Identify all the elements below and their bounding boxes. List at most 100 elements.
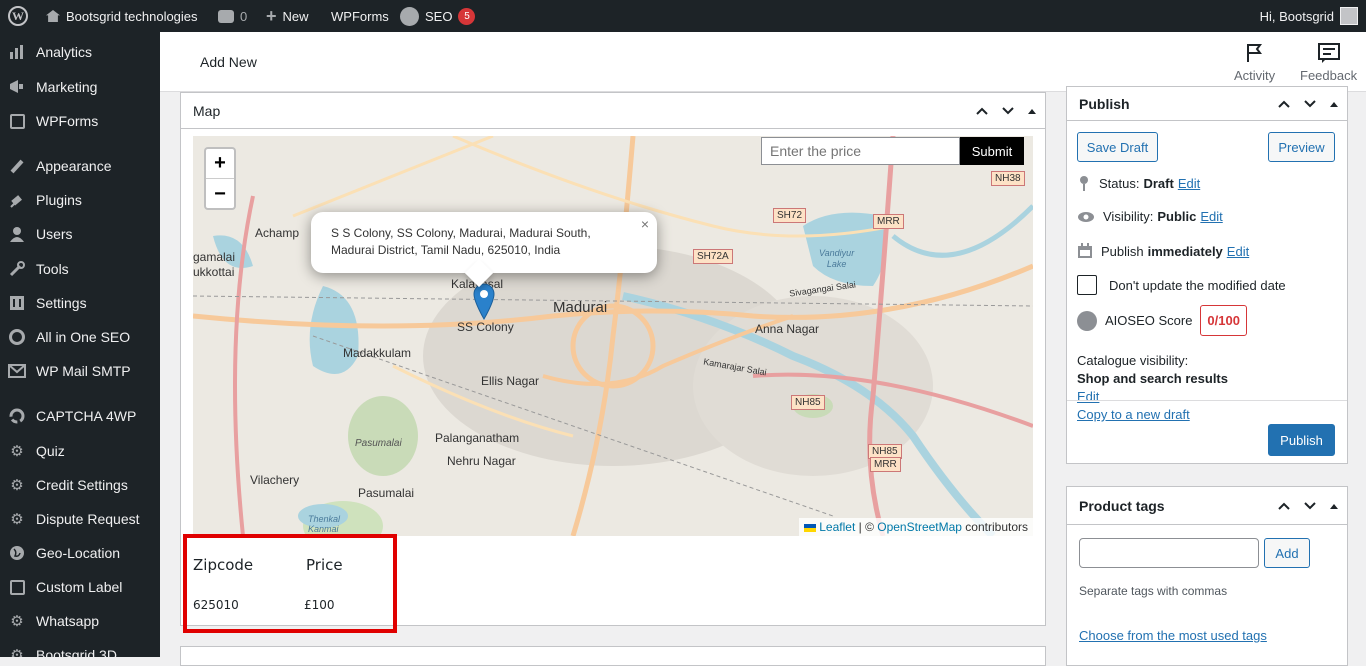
- sidebar-item-label: All in One SEO: [36, 329, 131, 345]
- sidebar-item-marketing[interactable]: Marketing: [0, 72, 160, 102]
- choose-tags-link[interactable]: Choose from the most used tags: [1079, 628, 1267, 643]
- zoom-in-button[interactable]: +: [206, 149, 234, 179]
- feedback-button[interactable]: Feedback: [1300, 42, 1357, 83]
- product-tags-postbox: Product tags Add Separate tags with comm…: [1066, 486, 1348, 666]
- sidebar-item-bootsgrid-3d[interactable]: ⚙ Bootsgrid 3D: [0, 640, 160, 657]
- preview-button[interactable]: Preview: [1268, 132, 1335, 162]
- sidebar-item-label: Quiz: [36, 443, 65, 459]
- sliders-icon: [8, 294, 26, 312]
- gear-icon: ⚙: [10, 613, 24, 630]
- table-header-zipcode: Zipcode: [193, 556, 254, 574]
- leaflet-link[interactable]: Leaflet: [819, 520, 855, 534]
- sidebar-item-geo-location[interactable]: Geo-Location: [0, 538, 160, 568]
- tag-input[interactable]: [1079, 538, 1259, 568]
- sidebar-item-appearance[interactable]: Appearance: [0, 151, 160, 181]
- sidebar-item-whatsapp[interactable]: ⚙ Whatsapp: [0, 606, 160, 636]
- my-account-link[interactable]: Hi, Bootsgrid: [1260, 0, 1358, 32]
- popup-address-line: S S Colony, SS Colony, Madurai, Madurai …: [331, 226, 591, 240]
- road-badge: NH38: [991, 171, 1025, 186]
- highlight-box: [183, 534, 397, 633]
- road-badge: SH72A: [693, 249, 733, 264]
- collapse-icon[interactable]: [1329, 502, 1339, 510]
- move-down-icon[interactable]: [1001, 106, 1015, 116]
- submit-button[interactable]: Submit: [960, 137, 1024, 165]
- move-down-icon[interactable]: [1303, 501, 1317, 511]
- site-name-link[interactable]: Bootsgrid technologies: [46, 0, 198, 32]
- map-label: Pasumalai: [358, 486, 415, 500]
- seo-link[interactable]: SEO 5: [400, 0, 476, 32]
- popup-close-button[interactable]: ×: [641, 216, 649, 233]
- publish-button[interactable]: Publish: [1268, 424, 1335, 456]
- aioseo-icon: [8, 328, 26, 346]
- sidebar-item-custom-label[interactable]: Custom Label: [0, 572, 160, 602]
- move-up-icon[interactable]: [975, 106, 989, 116]
- pin-icon: [1080, 176, 1088, 191]
- wordpress-icon: W: [8, 6, 28, 26]
- visibility-value: Public: [1157, 209, 1197, 224]
- tags-hint: Separate tags with commas: [1079, 584, 1228, 598]
- map-label: gamalai ukkottai: [193, 250, 236, 279]
- activity-button[interactable]: Activity: [1234, 42, 1275, 83]
- road-badge: SH72: [773, 208, 807, 223]
- mail-icon: [8, 362, 26, 380]
- move-up-icon[interactable]: [1277, 501, 1291, 511]
- visibility-row: Visibility: Public Edit: [1077, 209, 1223, 224]
- sidebar-item-credit-settings[interactable]: ⚙ Credit Settings: [0, 470, 160, 500]
- wpforms-link[interactable]: WPForms: [331, 0, 389, 32]
- sidebar-item-dispute-request[interactable]: ⚙ Dispute Request: [0, 504, 160, 534]
- sidebar-item-label: Tools: [36, 261, 69, 277]
- megaphone-icon: [8, 78, 26, 96]
- map-label: SS Colony: [457, 320, 514, 334]
- save-draft-button[interactable]: Save Draft: [1077, 132, 1158, 162]
- seo-label: SEO: [425, 8, 453, 24]
- location-marker-icon[interactable]: [472, 282, 496, 320]
- sidebar-item-tools[interactable]: Tools: [0, 254, 160, 284]
- sidebar-item-label: Analytics: [36, 44, 93, 60]
- attribution-contributors: contributors: [961, 520, 1028, 534]
- add-tag-button[interactable]: Add: [1264, 538, 1310, 568]
- comments-link[interactable]: 0: [218, 0, 247, 32]
- status-value: Draft: [1143, 175, 1174, 191]
- sidebar-item-quiz[interactable]: ⚙ Quiz: [0, 436, 160, 466]
- sidebar-item-label: Credit Settings: [36, 477, 128, 493]
- wordpress-logo-button[interactable]: W: [8, 0, 28, 32]
- sidebar-item-all-in-one-seo[interactable]: All in One SEO: [0, 322, 160, 352]
- status-row: Status: Draft Edit: [1077, 175, 1200, 191]
- sidebar-item-users[interactable]: Users: [0, 219, 160, 249]
- sidebar-item-settings[interactable]: Settings: [0, 288, 160, 318]
- publish-date-edit-link[interactable]: Edit: [1227, 244, 1249, 259]
- catalogue-edit-link[interactable]: Edit: [1077, 388, 1339, 406]
- move-down-icon[interactable]: [1303, 99, 1317, 109]
- catalogue-row: Catalogue visibility: Shop and search re…: [1077, 352, 1339, 406]
- price-input[interactable]: [761, 137, 960, 165]
- aioseo-label: AIOSEO Score: [1105, 313, 1193, 328]
- collapse-icon[interactable]: [1329, 100, 1339, 108]
- attribution-separator: | ©: [855, 520, 878, 534]
- sidebar-item-wpforms[interactable]: WPForms: [0, 106, 160, 136]
- sidebar-item-plugins[interactable]: Plugins: [0, 185, 160, 215]
- sidebar-item-captcha-4wp[interactable]: CAPTCHA 4WP: [0, 401, 160, 431]
- zoom-out-button[interactable]: −: [206, 179, 234, 209]
- openstreetmap-link[interactable]: OpenStreetMap: [877, 520, 962, 534]
- user-icon: [8, 225, 26, 243]
- popup-address-line: Madurai District, Tamil Nadu, 625010, In…: [331, 243, 561, 257]
- catalogue-label: Catalogue visibility:: [1077, 353, 1189, 368]
- status-edit-link[interactable]: Edit: [1178, 176, 1200, 191]
- aioseo-score-badge[interactable]: 0/100: [1200, 305, 1247, 336]
- map-label: Pasumalai: [355, 438, 402, 449]
- sidebar-item-wp-mail-smtp[interactable]: WP Mail SMTP: [0, 356, 160, 386]
- collapse-icon[interactable]: [1027, 107, 1037, 115]
- visibility-edit-link[interactable]: Edit: [1200, 209, 1222, 224]
- catalogue-value: Shop and search results: [1077, 371, 1228, 386]
- divider: [1067, 400, 1347, 401]
- chart-bars-icon: [8, 43, 26, 61]
- label-icon: [8, 578, 26, 596]
- map-view[interactable]: + − Submit Achamp gamalai ukkottai Kalav…: [193, 136, 1033, 536]
- copy-to-draft-link[interactable]: Copy to a new draft: [1077, 407, 1190, 422]
- map-label: Vilachery: [250, 473, 300, 487]
- sidebar-item-analytics[interactable]: Analytics: [0, 37, 160, 67]
- dont-update-checkbox[interactable]: [1077, 275, 1097, 295]
- move-up-icon[interactable]: [1277, 99, 1291, 109]
- dont-update-row: Don't update the modified date: [1077, 275, 1286, 295]
- new-content-link[interactable]: + New: [266, 0, 309, 32]
